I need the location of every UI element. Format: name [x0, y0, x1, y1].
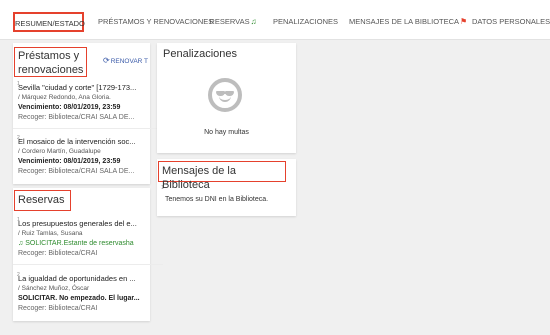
- tab-mensajes[interactable]: MENSAJES DE LA BIBLIOTECA⚑: [349, 12, 467, 32]
- item-index: 2: [17, 135, 20, 141]
- divider: [13, 264, 163, 265]
- bell-icon: ♫: [250, 17, 257, 26]
- item-index: 1: [161, 185, 164, 191]
- loans-card: Préstamos y renovaciones ⟳RENOVAR T 1 Se…: [13, 43, 163, 184]
- item-pickup: Recoger: Biblioteca/CRAI SALA DE...: [18, 168, 135, 175]
- refresh-icon: ⟳: [103, 56, 110, 65]
- tab-penalizaciones[interactable]: PENALIZACIONES: [273, 12, 338, 32]
- item-pickup: Recoger: Biblioteca/CRAI SALA DE...: [18, 114, 135, 121]
- tab-label: RESUMEN/ESTADO: [15, 19, 85, 28]
- sunglasses-smiley-icon: [208, 78, 242, 112]
- loan-item[interactable]: 1 Sevilla "ciudad y corte" [1729-173... …: [17, 81, 160, 123]
- fines-title: Penalizaciones: [163, 48, 237, 60]
- fines-card: Penalizaciones No hay multas: [157, 43, 296, 153]
- item-index: 2: [17, 272, 20, 278]
- hold-item[interactable]: 1 Los presupuestos generales del e... / …: [17, 217, 160, 259]
- no-fines-text: No hay multas: [204, 129, 249, 136]
- holds-title: Reservas: [14, 190, 71, 211]
- flag-icon: ⚑: [460, 17, 468, 26]
- tab-resumen-estado[interactable]: RESUMEN/ESTADO: [13, 12, 85, 32]
- item-index: 1: [17, 217, 20, 223]
- item-title[interactable]: La igualdad de oportunidades en ...: [18, 274, 160, 284]
- tab-label: MENSAJES DE LA BIBLIOTECA: [349, 17, 460, 26]
- item-pickup: Recoger: Biblioteca/CRAI: [18, 305, 98, 312]
- item-index: 1: [17, 81, 20, 87]
- messages-title: Mensajes de la Biblioteca: [158, 161, 286, 191]
- loan-item[interactable]: 2 El mosaico de la intervención soc... /…: [17, 135, 160, 177]
- item-author: / Sánchez Muñoz, Óscar: [18, 285, 90, 292]
- item-author: / Ruiz Tamlas, Susana: [18, 230, 83, 237]
- item-author: / Márquez Redondo, Ana Gloria.: [18, 94, 111, 101]
- item-title[interactable]: Los presupuestos generales del e...: [18, 219, 160, 229]
- renew-all-button[interactable]: ⟳RENOVAR T: [103, 56, 148, 65]
- divider: [13, 128, 163, 129]
- item-due: Vencimiento: 08/01/2019, 23:59: [18, 158, 121, 165]
- tab-label: DATOS PERSONALES: [472, 17, 550, 26]
- item-author: / Cordero Martín, Guadalupe: [18, 148, 101, 155]
- tab-datos-personales[interactable]: DATOS PERSONALES: [472, 12, 550, 32]
- item-status: SOLICITAR.Estante de reservasha: [25, 240, 134, 247]
- message-text: Tenemos su DNI en la Biblioteca.: [165, 196, 269, 203]
- item-title[interactable]: Sevilla "ciudad y corte" [1729-173...: [18, 83, 160, 93]
- tab-bar: RESUMEN/ESTADO PRÉSTAMOS Y RENOVACIONES …: [0, 0, 550, 40]
- item-title[interactable]: El mosaico de la intervención soc...: [18, 137, 160, 147]
- tab-prestamos-renovaciones[interactable]: PRÉSTAMOS Y RENOVACIONES: [98, 12, 213, 32]
- tab-label: PRÉSTAMOS Y RENOVACIONES: [98, 17, 214, 26]
- tab-reservas[interactable]: RESERVAS♫: [208, 12, 258, 32]
- loans-title: Préstamos y renovaciones: [14, 47, 87, 77]
- tab-label: RESERVAS: [209, 17, 250, 26]
- tab-label: PENALIZACIONES: [273, 17, 339, 26]
- holds-card: Reservas 1 Los presupuestos generales de…: [13, 188, 163, 321]
- messages-card: Mensajes de la Biblioteca 1 Tenemos su D…: [157, 159, 296, 216]
- hold-item[interactable]: 2 La igualdad de oportunidades en ... / …: [17, 272, 160, 314]
- item-due: Vencimiento: 08/01/2019, 23:59: [18, 104, 121, 111]
- item-pickup: Recoger: Biblioteca/CRAI: [18, 250, 98, 257]
- renew-label: RENOVAR T: [110, 58, 149, 65]
- item-status: SOLICITAR. No empezado. El lugar...: [18, 295, 140, 302]
